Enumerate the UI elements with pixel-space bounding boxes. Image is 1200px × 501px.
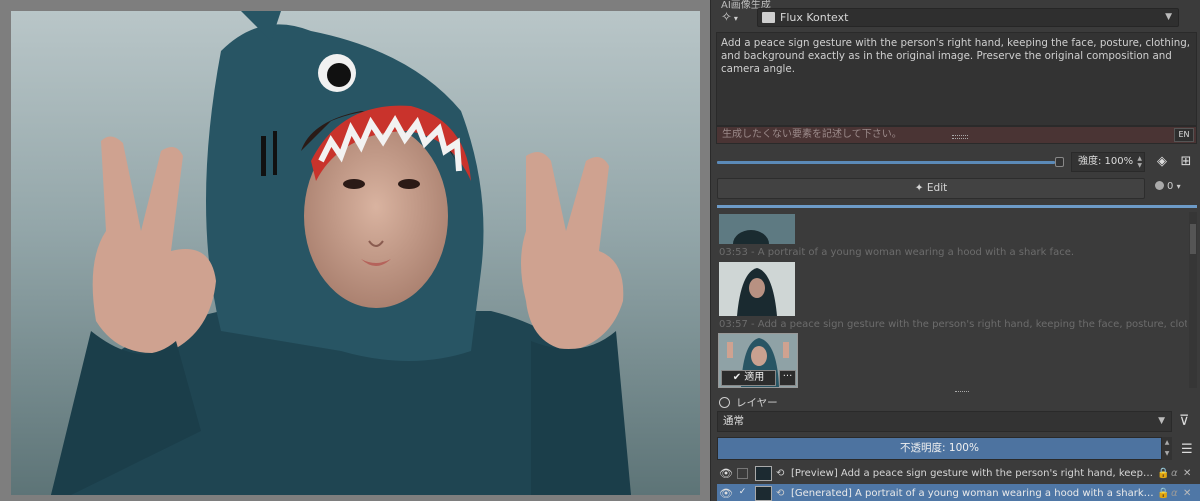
canvas-area[interactable] — [0, 0, 710, 501]
chevron-down-icon: ▾ — [1176, 182, 1181, 191]
layer-type-icon: ⟲ — [776, 468, 785, 479]
layers-title-label: レイヤー — [736, 397, 778, 409]
strength-row: 強度: 100% ▲ ▼ ◈ ⊞ — [717, 152, 1197, 174]
layer-thumbnail — [755, 466, 772, 481]
history-caption: 03:53 - A portrait of a young woman wear… — [719, 247, 1075, 258]
negative-prompt-placeholder: 生成したくない要素を記述して下さい。 — [722, 129, 902, 140]
apply-button-label: 適用 — [744, 372, 765, 383]
queue-count[interactable]: 0 ▾ — [1155, 181, 1181, 192]
progress-bar — [717, 205, 1197, 208]
history-thumbnail[interactable] — [719, 262, 795, 316]
right-docker-panel: AI画像生成 ✧ ▾ Flux Kontext ▼ Add a peace sig… — [710, 0, 1200, 501]
apply-button[interactable]: ✔ 適用 — [721, 370, 776, 386]
wand-icon: ✦ — [914, 182, 927, 194]
language-toggle[interactable]: EN — [1174, 128, 1194, 142]
alpha-lock-icon[interactable]: α — [1171, 464, 1178, 483]
edit-button-label: Edit — [926, 182, 948, 194]
history-list[interactable]: 03:53 - A portrait of a young woman wear… — [717, 212, 1187, 388]
strength-slider-handle[interactable] — [1055, 157, 1064, 167]
model-label: Flux Kontext — [780, 11, 849, 24]
layer-thumbnail — [755, 486, 772, 501]
inherit-alpha-icon[interactable]: ✕ — [1183, 464, 1191, 483]
thumbnail-image — [719, 214, 795, 244]
alpha-lock-icon[interactable]: α — [1171, 484, 1178, 501]
blend-mode-select[interactable]: 通常 ▼ — [717, 411, 1172, 432]
prompt-textarea[interactable]: Add a peace sign gesture with the person… — [716, 32, 1197, 126]
history-scrollbar[interactable] — [1189, 212, 1197, 388]
model-select[interactable]: Flux Kontext ▼ — [757, 8, 1179, 27]
history-thumbnail[interactable] — [719, 214, 795, 244]
magic-wand-menu-button[interactable]: ✧ ▾ — [721, 10, 747, 26]
layer-row[interactable]: 👁 ⟲ [Preview] Add a peace sign gesture w… — [717, 464, 1200, 483]
lock-icon[interactable]: 🔒 — [1157, 464, 1169, 483]
visibility-eye-icon[interactable]: 👁 — [719, 464, 733, 483]
more-options-button[interactable]: ··· — [779, 370, 796, 386]
inherit-alpha-icon[interactable]: ✕ — [1183, 484, 1191, 501]
canvas-image[interactable] — [11, 11, 700, 495]
chevron-down-icon: ▼ — [1165, 12, 1172, 22]
layer-type-icon: ⟲ — [776, 488, 785, 499]
layer-checkbox[interactable]: ✓ — [737, 488, 748, 499]
visibility-eye-icon[interactable]: 👁 — [719, 484, 733, 501]
blend-mode-label: 通常 — [723, 415, 744, 427]
scrollbar-thumb[interactable] — [1190, 224, 1196, 254]
lock-icon[interactable]: 🔒 — [1157, 484, 1169, 501]
layers-icon — [719, 397, 730, 408]
add-control-layer-icon[interactable]: ◈ — [1153, 154, 1171, 170]
thumbnail-image — [719, 262, 795, 316]
negative-prompt-field[interactable]: 生成したくない要素を記述して下さい。 EN — [716, 126, 1197, 144]
hamburger-menu-icon[interactable]: ☰ — [1181, 442, 1193, 457]
history-thumbnail-selected[interactable]: ✔ 適用 ··· — [718, 333, 798, 388]
check-icon: ✔ — [732, 372, 742, 383]
magic-wand-icon: ✧ — [721, 10, 732, 25]
queue-icon — [1155, 181, 1164, 190]
layer-checkbox[interactable] — [737, 468, 748, 479]
layer-name: [Preview] Add a peace sign gesture with … — [791, 468, 1155, 479]
filter-icon[interactable]: ⊽ — [1179, 413, 1197, 431]
strength-slider-track[interactable] — [717, 161, 1055, 164]
queue-count-label: 0 — [1167, 181, 1174, 192]
model-icon — [762, 12, 775, 23]
opacity-label: 不透明度: 100% — [900, 442, 979, 454]
opacity-slider[interactable]: 不透明度: 100% — [717, 437, 1162, 460]
ai-toolbar: ✧ ▾ Flux Kontext ▼ — [717, 8, 1195, 28]
strength-label: 強度: 100% — [1078, 156, 1134, 167]
resize-grip[interactable] — [952, 135, 968, 139]
panel-splitter[interactable] — [955, 391, 969, 392]
layer-row-selected[interactable]: 👁 ✓ ⟲ [Generated] A portrait of a young … — [717, 484, 1200, 501]
portrait-image — [11, 11, 700, 495]
add-region-icon[interactable]: ⊞ — [1177, 154, 1195, 170]
chevron-down-icon: ▼ — [1158, 416, 1165, 426]
history-caption: 03:57 - Add a peace sign gesture with th… — [719, 319, 1187, 330]
strength-spinbox[interactable]: 強度: 100% ▲ ▼ — [1071, 152, 1145, 172]
edit-row: ✦ Edit 0 ▾ — [717, 178, 1197, 200]
chevron-down-icon: ▾ — [733, 14, 738, 23]
edit-button[interactable]: ✦ Edit — [717, 178, 1145, 199]
layers-docker-title: レイヤー — [719, 395, 778, 410]
opacity-spin-arrows[interactable]: ▲ ▼ — [1162, 437, 1172, 460]
spin-arrows-icon[interactable]: ▲ ▼ — [1137, 155, 1142, 169]
layer-name: [Generated] A portrait of a young woman … — [791, 488, 1155, 499]
